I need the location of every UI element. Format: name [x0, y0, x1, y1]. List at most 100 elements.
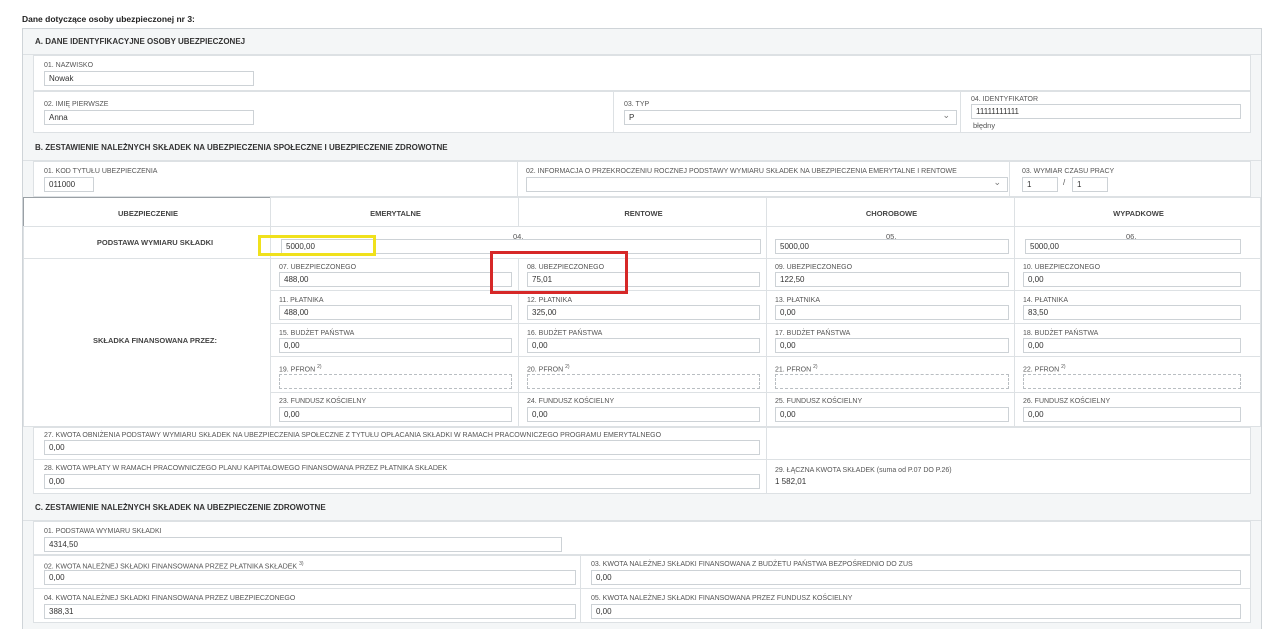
header-emerytalne: EMERYTALNE — [370, 209, 421, 218]
zus-form: A. DANE IDENTYFIKACYJNE OSOBY UBEZPIECZO… — [22, 28, 1262, 629]
r1-chorobowe-label: 09. UBEZPIECZONEGO — [775, 264, 853, 271]
header-wypadkowe: WYPADKOWE — [1113, 209, 1164, 218]
c04-input[interactable]: 388,31 — [44, 604, 576, 619]
r4-rentowe-sup: 2) — [565, 364, 570, 370]
c02-label-wrap: 02. KWOTA NALEŻNEJ SKŁADKI FINANSOWANA P… — [44, 561, 304, 570]
r2-chorobowe-label: 13. PŁATNIKA — [775, 297, 821, 304]
r4-wypadkowe-input[interactable] — [1023, 374, 1241, 389]
header-emerytalne-cell: EMERYTALNE — [270, 197, 519, 227]
r4-rentowe-input[interactable] — [527, 374, 760, 389]
k27-input[interactable]: 0,00 — [44, 440, 760, 455]
r5-wypadkowe-label: 26. FUNDUSZ KOŚCIELNY — [1023, 398, 1111, 405]
imie-input[interactable]: Anna — [44, 110, 254, 125]
typ-select[interactable]: P — [624, 110, 957, 125]
r4-chorobowe-input[interactable] — [775, 374, 1009, 389]
r4-wypadkowe-sup: 2) — [1061, 364, 1066, 370]
r4-rentowe-cell: 20. PFRON 2) — [518, 356, 767, 393]
informacja-label: 02. INFORMACJA O PRZEKROCZENIU ROCZNEJ P… — [526, 168, 957, 175]
identyfikator-input[interactable]: 11111111111 — [971, 104, 1241, 119]
r1-emerytalne-cell: 07. UBEZPIECZONEGO 488,00 — [270, 258, 519, 291]
r3-chorobowe-input[interactable]: 0,00 — [775, 338, 1009, 353]
header-rentowe-cell: RENTOWE — [518, 197, 767, 227]
kod-tytulu-input[interactable]: 011000 — [44, 177, 94, 192]
imie-cell: 02. IMIĘ PIERWSZE Anna — [33, 91, 623, 133]
podstawa-label: PODSTAWA WYMIARU SKŁADKI — [96, 238, 214, 247]
r2-wypadkowe-input[interactable]: 83,50 — [1023, 305, 1241, 320]
c03-input[interactable]: 0,00 — [591, 570, 1241, 585]
r2-emerytalne-input[interactable]: 488,00 — [279, 305, 512, 320]
r4-emerytalne-input[interactable] — [279, 374, 512, 389]
r1-emerytalne-label: 07. UBEZPIECZONEGO — [279, 264, 357, 271]
r5-wypadkowe-input[interactable]: 0,00 — [1023, 407, 1241, 422]
r5-emerytalne-cell: 23. FUNDUSZ KOŚCIELNY 0,00 — [270, 392, 519, 427]
r1-wypadkowe-cell: 10. UBEZPIECZONEGO 0,00 — [1014, 258, 1261, 291]
k27-empty-cell — [766, 427, 1251, 460]
r3-emerytalne-cell: 15. BUDŻET PAŃSTWA 0,00 — [270, 323, 519, 357]
c02-input[interactable]: 0,00 — [44, 570, 576, 585]
r4-rentowe-label-wrap: 20. PFRON 2) — [527, 364, 570, 373]
r3-rentowe-label: 16. BUDŻET PAŃSTWA — [527, 330, 603, 337]
identyfikator-label: 04. IDENTYFIKATOR — [971, 96, 1039, 103]
skladka-label: SKŁADKA FINANSOWANA PRZEZ: — [92, 336, 218, 345]
wymiar-numerator-input[interactable]: 1 — [1022, 177, 1058, 192]
r5-rentowe-cell: 24. FUNDUSZ KOŚCIELNY 0,00 — [518, 392, 767, 427]
informacja-select[interactable] — [526, 177, 1008, 192]
k29-cell: 29. ŁĄCZNA KWOTA SKŁADEK (suma od P.07 D… — [766, 459, 1251, 494]
c05-input[interactable]: 0,00 — [591, 604, 1241, 619]
c05-cell: 05. KWOTA NALEŻNEJ SKŁADKI FINANSOWANA P… — [580, 588, 1251, 623]
c01-input[interactable]: 4314,50 — [44, 537, 562, 552]
r2-chorobowe-input[interactable]: 0,00 — [775, 305, 1009, 320]
r3-emerytalne-input[interactable]: 0,00 — [279, 338, 512, 353]
nazwisko-cell: 01. NAZWISKO Nowak — [33, 55, 1251, 91]
r4-emerytalne-label: 19. PFRON — [279, 366, 316, 374]
r4-rentowe-label: 20. PFRON — [527, 366, 564, 374]
r3-wypadkowe-cell: 18. BUDŻET PAŃSTWA 0,00 — [1014, 323, 1261, 357]
podstawa-wypadkowe-input[interactable]: 5000,00 — [1025, 239, 1241, 254]
header-wypadkowe-cell: WYPADKOWE — [1014, 197, 1261, 227]
r2-chorobowe-cell: 13. PŁATNIKA 0,00 — [766, 290, 1015, 324]
r1-chorobowe-input[interactable]: 122,50 — [775, 272, 1009, 287]
r4-chorobowe-cell: 21. PFRON 2) — [766, 356, 1015, 393]
r3-wypadkowe-input[interactable]: 0,00 — [1023, 338, 1241, 353]
c02-cell: 02. KWOTA NALEŻNEJ SKŁADKI FINANSOWANA P… — [33, 555, 581, 589]
identyfikator-cell: 04. IDENTYFIKATOR 11111111111 błędny — [960, 91, 1251, 133]
r2-rentowe-input[interactable]: 325,00 — [527, 305, 760, 320]
r2-emerytalne-cell: 11. PŁATNIKA 488,00 — [270, 290, 519, 324]
podstawa-wypadkowe-cell: 06. 5000,00 — [1014, 226, 1261, 259]
r1-chorobowe-cell: 09. UBEZPIECZONEGO 122,50 — [766, 258, 1015, 291]
typ-cell: 03. TYP P — [613, 91, 963, 133]
section-a-title: A. DANE IDENTYFIKACYJNE OSOBY UBEZPIECZO… — [23, 29, 1261, 55]
r5-rentowe-input[interactable]: 0,00 — [527, 407, 760, 422]
c04-cell: 04. KWOTA NALEŻNEJ SKŁADKI FINANSOWANA P… — [33, 588, 581, 623]
contributions-table: UBEZPIECZENIE EMERYTALNE RENTOWE CHOROBO… — [23, 197, 1261, 427]
wymiar-label: 03. WYMIAR CZASU PRACY — [1022, 168, 1115, 175]
kod-tytulu-cell: 01. KOD TYTUŁU UBEZPIECZENIA 011000 — [33, 161, 521, 197]
nazwisko-input[interactable]: Nowak — [44, 71, 254, 86]
r3-chorobowe-cell: 17. BUDŻET PAŃSTWA 0,00 — [766, 323, 1015, 357]
k28-label: 28. KWOTA WPŁATY W RAMACH PRACOWNICZEGO … — [44, 465, 448, 472]
r1-emerytalne-input[interactable]: 488,00 — [279, 272, 512, 287]
c03-label: 03. KWOTA NALEŻNEJ SKŁADKI FINANSOWANA Z… — [591, 561, 913, 568]
podstawa-chorobowe-input[interactable]: 5000,00 — [775, 239, 1009, 254]
identyfikator-error: błędny — [973, 121, 996, 130]
r3-emerytalne-label: 15. BUDŻET PAŃSTWA — [279, 330, 355, 337]
typ-label: 03. TYP — [624, 101, 650, 108]
r3-chorobowe-label: 17. BUDŻET PAŃSTWA — [775, 330, 851, 337]
r4-emerytalne-sup: 2) — [317, 364, 322, 370]
k28-input[interactable]: 0,00 — [44, 474, 760, 489]
r5-emerytalne-input[interactable]: 0,00 — [279, 407, 512, 422]
wymiar-denominator-input[interactable]: 1 — [1072, 177, 1108, 192]
k29-label: 29. ŁĄCZNA KWOTA SKŁADEK (suma od P.07 D… — [775, 467, 952, 474]
r1-wypadkowe-input[interactable]: 0,00 — [1023, 272, 1241, 287]
header-rentowe: RENTOWE — [624, 209, 663, 218]
r5-chorobowe-label: 25. FUNDUSZ KOŚCIELNY — [775, 398, 863, 405]
r5-chorobowe-input[interactable]: 0,00 — [775, 407, 1009, 422]
r4-wypadkowe-cell: 22. PFRON 2) — [1014, 356, 1261, 393]
r2-rentowe-label: 12. PŁATNIKA — [527, 297, 573, 304]
r2-wypadkowe-label: 14. PŁATNIKA — [1023, 297, 1069, 304]
r3-rentowe-input[interactable]: 0,00 — [527, 338, 760, 353]
c01-cell: 01. PODSTAWA WYMIARU SKŁADKI 4314,50 — [33, 521, 1251, 555]
informacja-cell: 02. INFORMACJA O PRZEKROCZENIU ROCZNEJ P… — [517, 161, 1012, 197]
podstawa-chorobowe-cell: 05. 5000,00 — [766, 226, 1015, 259]
c03-cell: 03. KWOTA NALEŻNEJ SKŁADKI FINANSOWANA Z… — [580, 555, 1251, 589]
